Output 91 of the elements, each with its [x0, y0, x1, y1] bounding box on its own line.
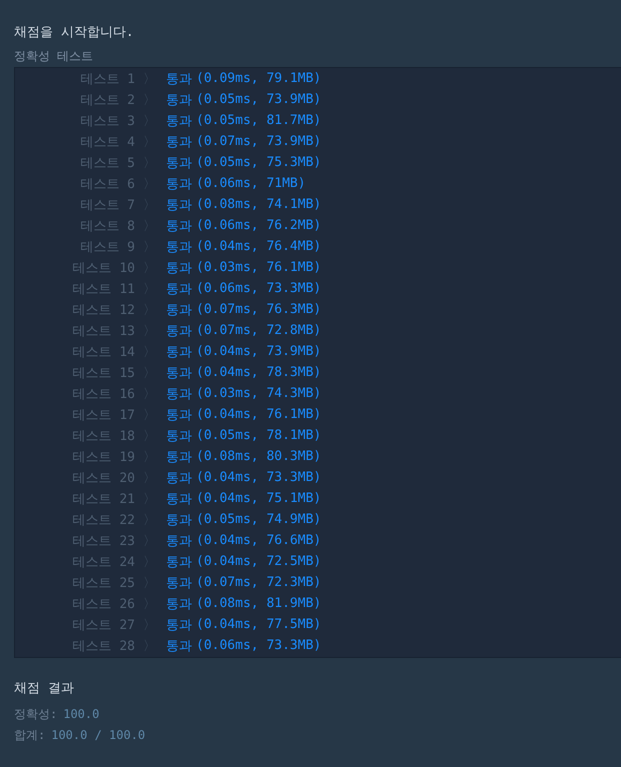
chevron-icon: 〉	[143, 216, 156, 234]
test-result: 통과	[166, 596, 192, 612]
test-result: 통과	[166, 638, 192, 654]
test-detail: (0.08ms, 74.1MB)	[196, 197, 322, 212]
test-detail: (0.07ms, 76.3MB)	[196, 302, 322, 317]
chevron-icon: 〉	[143, 90, 156, 108]
test-result: 통과	[166, 322, 192, 340]
chevron-icon: 〉	[143, 300, 156, 318]
test-detail: (0.04ms, 73.9MB)	[196, 344, 322, 359]
test-result: 통과	[166, 302, 192, 318]
test-result: 통과	[166, 574, 192, 592]
test-detail: (0.04ms, 76.1MB)	[196, 407, 322, 422]
chevron-icon: 〉	[143, 322, 156, 340]
test-result: 통과	[166, 448, 192, 466]
chevron-icon: 〉	[143, 238, 156, 256]
chevron-icon: 〉	[143, 468, 156, 486]
test-result: 통과	[166, 154, 192, 172]
chevron-icon: 〉	[143, 342, 156, 360]
chevron-icon: 〉	[143, 364, 156, 382]
chevron-icon: 〉	[143, 532, 156, 550]
chevron-icon: 〉	[143, 196, 156, 214]
test-detail: (0.03ms, 74.3MB)	[196, 386, 322, 401]
test-detail: (0.05ms, 74.9MB)	[196, 512, 322, 527]
test-result: 통과	[166, 386, 192, 402]
test-result: 통과	[166, 406, 192, 424]
test-detail: (0.04ms, 75.1MB)	[196, 491, 322, 506]
chevron-icon: 〉	[143, 616, 156, 634]
chevron-icon: 〉	[143, 574, 156, 592]
test-detail: (0.07ms, 72.8MB)	[196, 323, 322, 338]
test-result: 통과	[166, 70, 192, 88]
test-detail: (0.04ms, 73.3MB)	[196, 470, 322, 485]
test-result: 통과	[166, 176, 192, 192]
test-detail: (0.08ms, 80.3MB)	[196, 449, 322, 464]
test-detail: (0.04ms, 72.5MB)	[196, 554, 322, 569]
test-detail: (0.05ms, 81.7MB)	[196, 113, 322, 128]
test-detail: (0.06ms, 71MB)	[196, 176, 306, 191]
test-detail: (0.06ms, 73.3MB)	[196, 281, 322, 296]
test-result: 통과	[166, 512, 192, 528]
test-detail: (0.04ms, 76.4MB)	[196, 239, 322, 254]
test-result: 통과	[166, 92, 192, 108]
summary-label: 합계:	[14, 727, 46, 744]
test-detail: (0.05ms, 78.1MB)	[196, 428, 322, 443]
test-result: 통과	[166, 260, 192, 276]
chevron-icon: 〉	[143, 490, 156, 508]
chevron-icon: 〉	[143, 448, 156, 466]
test-result: 통과	[166, 532, 192, 550]
test-detail: (0.05ms, 75.3MB)	[196, 155, 322, 170]
test-detail: (0.06ms, 76.2MB)	[196, 218, 322, 233]
test-result: 통과	[166, 196, 192, 214]
chevron-icon: 〉	[143, 636, 156, 654]
test-detail: (0.07ms, 72.3MB)	[196, 575, 322, 590]
chevron-icon: 〉	[143, 406, 156, 424]
test-result: 통과	[166, 428, 192, 444]
summary-value: 100.0 / 100.0	[51, 727, 146, 744]
chevron-icon: 〉	[143, 258, 156, 276]
chevron-icon: 〉	[143, 280, 156, 298]
chevron-icon: 〉	[143, 132, 156, 150]
test-detail: (0.07ms, 73.9MB)	[196, 134, 322, 149]
test-detail: (0.06ms, 73.3MB)	[196, 638, 322, 653]
section-title: 정확성 테스트	[14, 48, 94, 64]
chevron-icon: 〉	[143, 384, 156, 402]
chevron-icon: 〉	[143, 594, 156, 612]
test-detail: (0.09ms, 79.1MB)	[196, 71, 322, 86]
chevron-icon: 〉	[143, 112, 156, 130]
chevron-icon: 〉	[143, 174, 156, 192]
summary-label: 정확성:	[14, 706, 58, 723]
test-result: 통과	[166, 112, 192, 130]
test-detail: (0.03ms, 76.1MB)	[196, 260, 322, 275]
test-result: 통과	[166, 134, 192, 150]
test-result: 통과	[166, 218, 192, 234]
test-result: 통과	[166, 280, 192, 298]
status-message: 채점을 시작합니다.	[14, 24, 135, 42]
test-result: 통과	[166, 554, 192, 570]
test-detail: (0.04ms, 78.3MB)	[196, 365, 322, 380]
summary-value: 100.0	[63, 706, 100, 723]
test-result: 통과	[166, 490, 192, 508]
chevron-icon: 〉	[143, 510, 156, 528]
chevron-icon: 〉	[143, 552, 156, 570]
test-detail: (0.08ms, 81.9MB)	[196, 596, 322, 611]
chevron-icon: 〉	[143, 70, 156, 88]
chevron-icon: 〉	[143, 426, 156, 444]
summary-title: 채점 결과	[14, 680, 75, 698]
test-detail: (0.05ms, 73.9MB)	[196, 92, 322, 107]
test-result: 통과	[166, 616, 192, 634]
test-result: 통과	[166, 344, 192, 360]
test-detail: (0.04ms, 76.6MB)	[196, 533, 322, 548]
test-result: 통과	[166, 470, 192, 486]
chevron-icon: 〉	[143, 154, 156, 172]
test-result: 통과	[166, 238, 192, 256]
test-detail: (0.04ms, 77.5MB)	[196, 617, 322, 632]
test-result: 통과	[166, 364, 192, 382]
